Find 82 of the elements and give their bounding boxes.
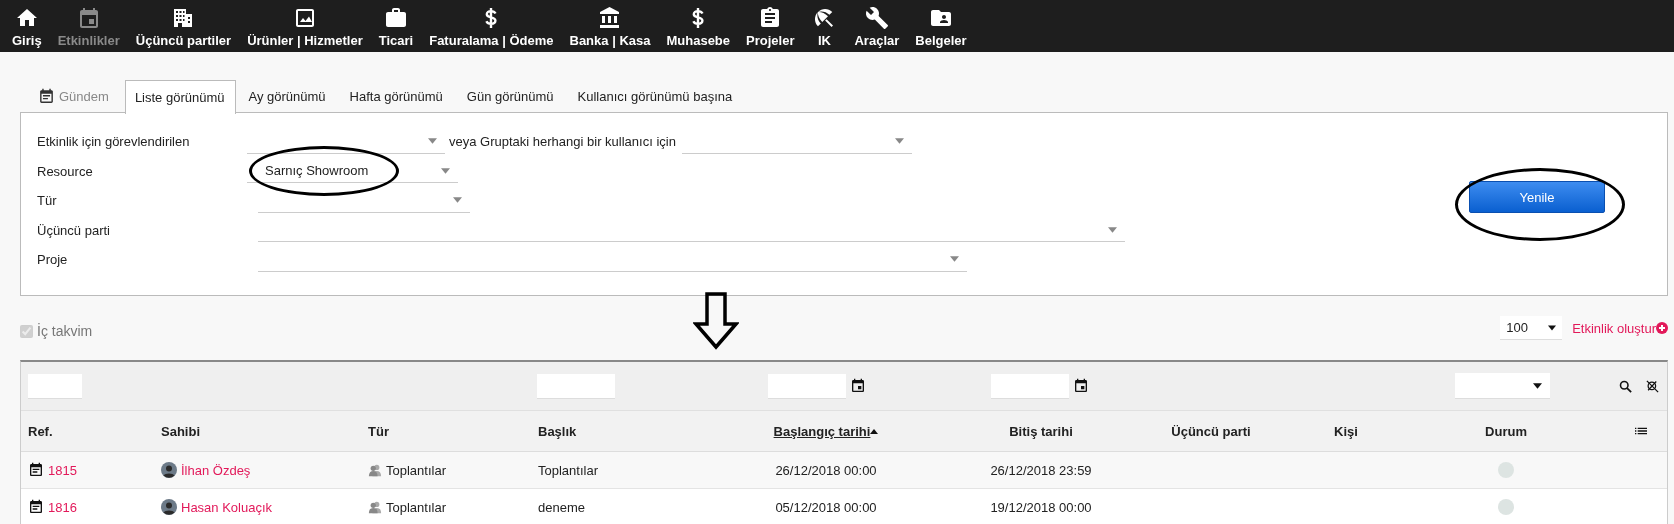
owner-link[interactable]: İlhan Özdeş [181,462,251,478]
status-dot [1498,499,1514,515]
field-label: Resource [37,163,94,179]
title-cell: Toplantılar [538,462,598,478]
calendar-icon[interactable] [1073,378,1089,394]
filter-input[interactable] [768,373,846,399]
ref-link[interactable]: 1816 [48,499,77,515]
nav-item[interactable]: Ürünler | Hizmetler [239,0,371,52]
nav-item[interactable]: IK [802,0,847,52]
column-header[interactable]: Sahibi [161,423,200,439]
create-event-link[interactable]: Etkinlik oluştur [1572,320,1668,336]
event-icon [28,499,44,515]
date-cell: 05/12/2018 00:00 [775,499,877,515]
event-icon [28,462,44,478]
filter-input[interactable] [28,373,82,399]
date-cell: 19/12/2018 00:00 [990,499,1092,515]
view-tab[interactable]: Kullanıcı görünümü başına [567,80,744,112]
field-label: Proje [37,252,69,268]
caret-icon [1548,324,1557,331]
plus-circle-icon [1656,322,1668,334]
column-header[interactable]: Kişi [1334,423,1358,439]
caret-icon [453,197,462,204]
view-tab[interactable]: Gün görünümü [456,80,565,112]
column-header[interactable]: Üçüncü parti [1171,423,1251,439]
field-label: Tür [37,193,58,209]
field-label: Üçüncü parti [37,222,111,238]
caret-icon [950,256,959,263]
column-header[interactable]: Başlık [538,423,577,439]
checkbox-label: İç takvim [37,323,93,339]
date-cell: 26/12/2018 23:59 [990,462,1092,478]
or-label: veya Gruptaki herhangi bir kullanıcı için [449,134,676,150]
nav-item[interactable]: Araçlar [846,0,908,52]
avatar [161,462,177,478]
down-arrow-icon [693,292,739,350]
sort-up-icon [870,428,879,434]
type-cell: Toplantılar [386,462,446,478]
title-cell: deneme [538,499,585,515]
nav-item[interactable]: Projeler [738,0,803,52]
filter-input[interactable] [991,373,1069,399]
view-tab[interactable]: Liste görünümü [124,80,236,114]
caret-icon [894,138,904,145]
group-icon [368,463,382,477]
column-header[interactable]: Durum [1485,423,1527,439]
nav-item[interactable]: Etkinlikler [49,0,128,52]
calendar-icon[interactable] [850,378,866,394]
avatar [161,499,177,515]
filter-input[interactable] [537,373,615,399]
search-icon[interactable] [1618,378,1633,394]
view-tab[interactable]: Ay görünümü [238,80,337,112]
status-select[interactable] [1455,373,1550,399]
column-header[interactable]: Ref. [28,423,53,439]
owner-link[interactable]: Hasan Koluaçık [181,499,273,515]
caret-icon [1108,226,1117,233]
date-cell: 26/12/2018 00:00 [775,462,877,478]
select-field[interactable]: Sarnıç Showroom [247,159,458,184]
nav-item[interactable]: Banka | Kasa [561,0,659,52]
caret-icon [428,138,437,145]
briefcase-icon [383,6,408,30]
column-header[interactable]: Başlangıç tarihi [773,423,871,439]
ref-link[interactable]: 1815 [48,462,77,478]
column-header[interactable]: Tür [368,423,389,439]
nav-item[interactable]: Muhasebe [658,0,739,52]
select-value: Sarnıç Showroom [265,163,369,179]
group-icon [368,500,382,514]
calendar-icon [38,87,55,105]
nav-item[interactable]: Üçüncü partiler [127,0,240,52]
column-header[interactable]: Bitiş tarihi [1009,423,1073,439]
wrench-icon [864,6,889,30]
field-label: Etkinlik için görevlendirilen [37,134,191,150]
bank-icon [598,6,622,30]
caret-icon [1533,382,1542,389]
clear-search-icon[interactable] [1645,378,1660,394]
view-tab[interactable]: Hafta görünümü [339,80,454,112]
nav-item[interactable]: Giriş [4,0,50,52]
status-dot [1498,462,1514,478]
refresh-button[interactable]: Yenile [1469,181,1605,213]
caret-icon [441,167,450,174]
page-size-select[interactable]: 100 [1500,316,1563,340]
type-cell: Toplantılar [386,499,446,515]
nav-item[interactable]: Ticari [370,0,422,52]
nav-item[interactable]: Faturalama | Ödeme [421,0,562,52]
nav-item[interactable]: Belgeler [907,0,975,52]
